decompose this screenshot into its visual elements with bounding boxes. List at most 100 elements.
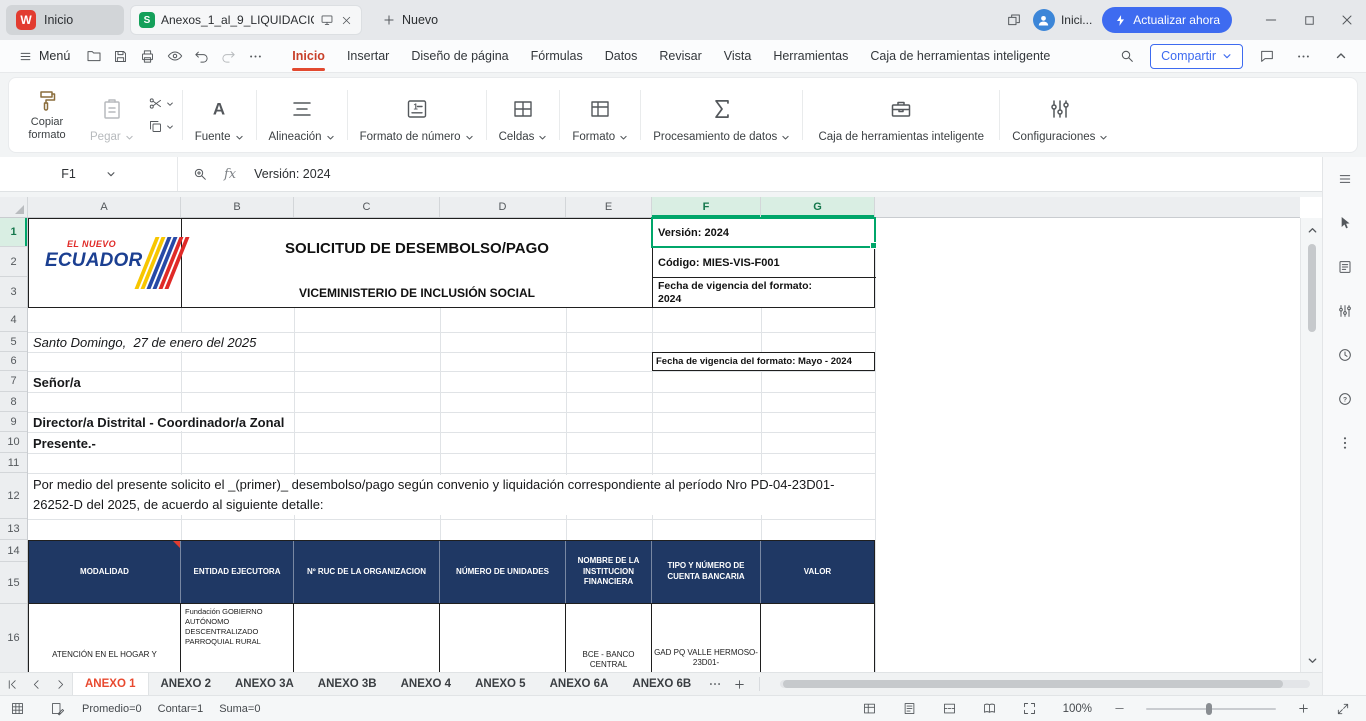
help-button[interactable] [1332,386,1358,412]
open-file-button[interactable] [80,44,107,69]
tab-diseno-de-pagina[interactable]: Diseño de página [400,40,519,72]
cell-a9-addressee[interactable]: Director/a Distrital - Coordinador/a Zon… [33,413,284,431]
row-header-12[interactable]: 12 [0,473,27,519]
insert-function-button[interactable]: fx [224,167,236,182]
header-cell-unidades[interactable]: NÚMERO DE UNIDADES [440,541,566,603]
switch-window-button[interactable] [995,0,1033,40]
row-header-11[interactable]: 11 [0,453,27,473]
settings-menu-button[interactable]: Configuraciones [1003,82,1117,148]
collapse-ribbon-button[interactable] [1327,44,1354,69]
update-now-button[interactable]: Actualizar ahora [1102,7,1232,33]
document-tab[interactable]: S Anexos_1_al_9_LIQUIDACIONE [130,5,362,35]
sheet-tab-anexo-5[interactable]: ANEXO 5 [463,673,538,695]
close-tab-icon[interactable] [340,14,353,27]
row-header-1[interactable]: 1 [0,218,27,247]
data-processing-menu-button[interactable]: Procesamiento de datos [644,82,799,148]
tab-datos[interactable]: Datos [594,40,649,72]
smart-toolbox-button[interactable]: Caja de herramientas inteligente [806,82,996,148]
save-button[interactable] [107,44,134,69]
fill-handle[interactable] [870,242,877,249]
full-screen-button[interactable] [1017,697,1043,721]
cell-subtitle[interactable]: VICEMINISTERIO DE INCLUSIÓN SOCIAL [182,278,652,307]
cell-g16-valor[interactable] [761,604,874,672]
vertical-scroll-thumb[interactable] [1308,244,1316,332]
cell-mode-button[interactable] [4,697,30,721]
comments-button[interactable] [1253,44,1280,69]
cell-f3-validity[interactable]: Fecha de vigencia del formato: 2024 [653,278,875,307]
zoom-level-label[interactable]: 100% [1063,703,1092,715]
horizontal-scrollbar[interactable] [780,680,1310,688]
reading-view-button[interactable] [977,697,1003,721]
sheet-tab-anexo-6a[interactable]: ANEXO 6A [538,673,621,695]
expand-view-button[interactable] [1330,697,1356,721]
column-header-a[interactable]: A [28,197,181,217]
row-header-13[interactable]: 13 [0,519,27,540]
cell-f2-code[interactable]: Código: MIES-VIS-F001 [653,248,875,277]
select-tool-button[interactable] [1332,210,1358,236]
zoom-slider-thumb[interactable] [1206,703,1212,715]
edit-sheet-button[interactable] [44,697,70,721]
tab-revisar[interactable]: Revisar [648,40,712,72]
cell-f16-cuenta[interactable]: GAD PQ VALLE HERMOSO-23D01- [652,604,761,672]
cell-b16-entidad[interactable]: Fundación GOBIERNO AUTÓNOMO DESCENTRALIZ… [181,604,294,672]
cell-a12-body-paragraph[interactable]: Por medio del presente solicito el _(pri… [33,475,863,515]
alignment-menu-button[interactable]: Alineación [260,82,344,148]
cell-a5-city-date[interactable]: Santo Domingo, 27 de enero del 2025 [33,333,256,351]
sheet-tab-anexo-1[interactable]: ANEXO 1 [72,673,149,695]
column-header-b[interactable]: B [181,197,294,217]
settings-pane-button[interactable] [1332,298,1358,324]
search-button[interactable] [1113,44,1140,69]
tab-formulas[interactable]: Fórmulas [520,40,594,72]
paste-button[interactable]: Pegar [81,82,143,148]
tab-inicio[interactable]: Inicio [281,40,336,72]
row-header-16[interactable]: 16 [0,604,27,672]
row-header-2[interactable]: 2 [0,247,27,277]
first-sheet-button[interactable] [0,673,24,695]
normal-view-button[interactable] [857,697,883,721]
more-menu-button[interactable] [1290,44,1317,69]
header-cell-ruc[interactable]: Nº RUC DE LA ORGANIZACION [294,541,440,603]
cell-e16-institucion[interactable]: BCE - BANCO CENTRAL [566,604,652,672]
cut-button[interactable] [148,96,174,111]
row-header-5[interactable]: 5 [0,332,27,352]
row-header-10[interactable]: 10 [0,432,27,453]
horizontal-scroll-thumb[interactable] [783,680,1283,688]
sheet-tab-anexo-2[interactable]: ANEXO 2 [149,673,224,695]
next-sheet-button[interactable] [48,673,72,695]
column-header-e[interactable]: E [566,197,652,217]
header-cell-institucion[interactable]: NOMBRE DE LA INSTITUCION FINANCIERA [566,541,652,603]
page-break-view-button[interactable] [937,697,963,721]
share-button[interactable]: Compartir [1150,44,1243,69]
menu-button[interactable]: Menú [8,43,80,69]
cell-a10-present[interactable]: Presente.- [33,434,96,452]
number-format-menu-button[interactable]: Formato de número [351,82,483,148]
copy-button[interactable] [148,119,174,134]
format-menu-button[interactable]: Formato [563,82,637,148]
column-header-f[interactable]: F [652,197,761,217]
header-cell-cuenta[interactable]: TIPO Y NÚMERO DE CUENTA BANCARIA [652,541,761,603]
zoom-in-button[interactable] [1290,697,1316,721]
properties-pane-button[interactable] [1332,254,1358,280]
cell-f1-version[interactable]: Versión: 2024 [653,219,875,247]
column-header-d[interactable]: D [440,197,566,217]
print-preview-button[interactable] [161,44,188,69]
tab-vista[interactable]: Vista [713,40,763,72]
header-cell-modalidad[interactable]: MODALIDAD [29,541,181,603]
tab-caja-herramientas[interactable]: Caja de herramientas inteligente [859,40,1061,72]
sheet-tab-anexo-6b[interactable]: ANEXO 6B [620,673,703,695]
add-sheet-button[interactable] [727,673,751,695]
sheet-tab-anexo-3a[interactable]: ANEXO 3A [223,673,306,695]
more-sheets-button[interactable] [703,673,727,695]
formula-input[interactable]: Versión: 2024 [254,167,330,181]
row-header-4[interactable]: 4 [0,308,27,332]
undo-button[interactable] [188,44,215,69]
cell-title[interactable]: SOLICITUD DE DESEMBOLSO/PAGO [182,219,652,277]
cells-menu-button[interactable]: Celdas [490,82,557,148]
more-quick-actions-button[interactable] [242,44,269,69]
zoom-slider[interactable] [1146,708,1276,710]
copy-format-button[interactable]: Copiar formato [13,82,81,148]
sheet-tab-anexo-4[interactable]: ANEXO 4 [389,673,464,695]
row-header-7[interactable]: 7 [0,371,27,392]
print-button[interactable] [134,44,161,69]
maximize-button[interactable] [1290,0,1328,40]
